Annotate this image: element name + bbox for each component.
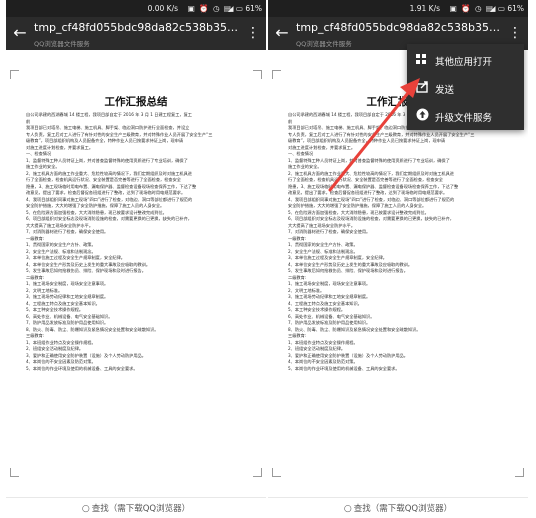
- share-icon: [415, 80, 429, 94]
- menu-item-upgrade-file-service[interactable]: 升级文件服务: [407, 102, 524, 130]
- battery-indicator: ◢ ▭ 61%: [489, 4, 524, 13]
- document-line: 5、本岗位的作业环境及使用的机械设备、工具的安全要求。: [26, 365, 138, 371]
- page-corner-mark: [253, 468, 262, 477]
- document-title: 工作汇报总结: [104, 96, 168, 108]
- network-speed: 0.00 K/s: [147, 4, 178, 13]
- search-icon: ○: [81, 504, 90, 514]
- page-corner-mark: [10, 468, 19, 477]
- document-body: 自公司承建的西湖春城 14 楼工程，我项目部自定于 2016 年 3 月 1 日…: [288, 112, 516, 372]
- phone-screen-right: 1.91 K/s ▣ ⏰ ◷ ▤ ◢ ▭ 61% ← tmp_cf48fd055…: [268, 0, 528, 518]
- more-vertical-icon[interactable]: ⋮: [508, 23, 522, 43]
- page-corner-mark: [253, 70, 262, 79]
- search-icon: ○: [343, 504, 352, 514]
- phone-screen-left: 0.00 K/s ▣ ⏰ ◷ ▤ ◢ ▭ 61% ← tmp_cf48fd055…: [6, 0, 266, 518]
- document-page[interactable]: 工作汇报总结 自公司承建的西湖春城 14 楼工程，我项目部自定于 2016 年 …: [6, 50, 266, 480]
- menu-item-label: 升级文件服务: [435, 113, 493, 124]
- menu-item-label: 发送: [435, 85, 455, 96]
- overflow-menu: 其他应用打开 发送 升级文件服务: [407, 44, 524, 130]
- file-subtitle: QQ浏览器文件服务: [34, 40, 90, 48]
- menu-item-send[interactable]: 发送: [407, 74, 524, 102]
- status-bar: 1.91 K/s ▣ ⏰ ◷ ▤ ◢ ▭ 61%: [268, 0, 528, 17]
- menu-item-label: 其他应用打开: [435, 57, 493, 68]
- file-title: tmp_cf48fd055bdc98da82c538b35d8adf...: [296, 21, 501, 34]
- status-bar: 0.00 K/s ▣ ⏰ ◷ ▤ ◢ ▭ 61%: [6, 0, 266, 17]
- page-corner-mark: [10, 70, 19, 79]
- page-corner-mark: [272, 70, 281, 79]
- upgrade-arrow-icon: [415, 108, 429, 122]
- find-label: 查找（需下载QQ浏览器）: [91, 504, 191, 514]
- status-icons: ▣ ⏰ ◷ ▤: [187, 4, 232, 13]
- status-icons: ▣ ⏰ ◷ ▤: [449, 4, 494, 13]
- viewer-toolbar: ← tmp_cf48fd055bdc98da82c538b35d8adf... …: [6, 17, 266, 50]
- bottom-bar: ○ 查找（需下载QQ浏览器）: [268, 497, 528, 518]
- network-speed: 1.91 K/s: [409, 4, 440, 13]
- page-corner-mark: [515, 468, 524, 477]
- apps-grid-icon: [416, 54, 427, 65]
- document-body: 自公司承建的西湖春城 14 楼工程，我项目部自定于 2016 年 3 月 1 日…: [26, 112, 254, 372]
- file-subtitle: QQ浏览器文件服务: [296, 40, 352, 48]
- bottom-bar: ○ 查找（需下载QQ浏览器）: [6, 497, 266, 518]
- arrow-left-icon[interactable]: ←: [10, 23, 30, 43]
- menu-item-open-with-other-app[interactable]: 其他应用打开: [407, 46, 524, 74]
- arrow-left-icon[interactable]: ←: [272, 23, 292, 43]
- document-line: 5、本岗位的作业环境及使用的机械设备、工具的安全要求。: [288, 365, 400, 371]
- find-button[interactable]: ○ 查找（需下载QQ浏览器）: [6, 502, 266, 514]
- file-title: tmp_cf48fd055bdc98da82c538b35d8adf...: [34, 21, 239, 34]
- battery-indicator: ◢ ▭ 61%: [227, 4, 262, 13]
- find-label: 查找（需下载QQ浏览器）: [353, 504, 453, 514]
- find-button[interactable]: ○ 查找（需下载QQ浏览器）: [268, 502, 528, 514]
- more-vertical-icon[interactable]: ⋮: [246, 23, 260, 43]
- page-corner-mark: [272, 468, 281, 477]
